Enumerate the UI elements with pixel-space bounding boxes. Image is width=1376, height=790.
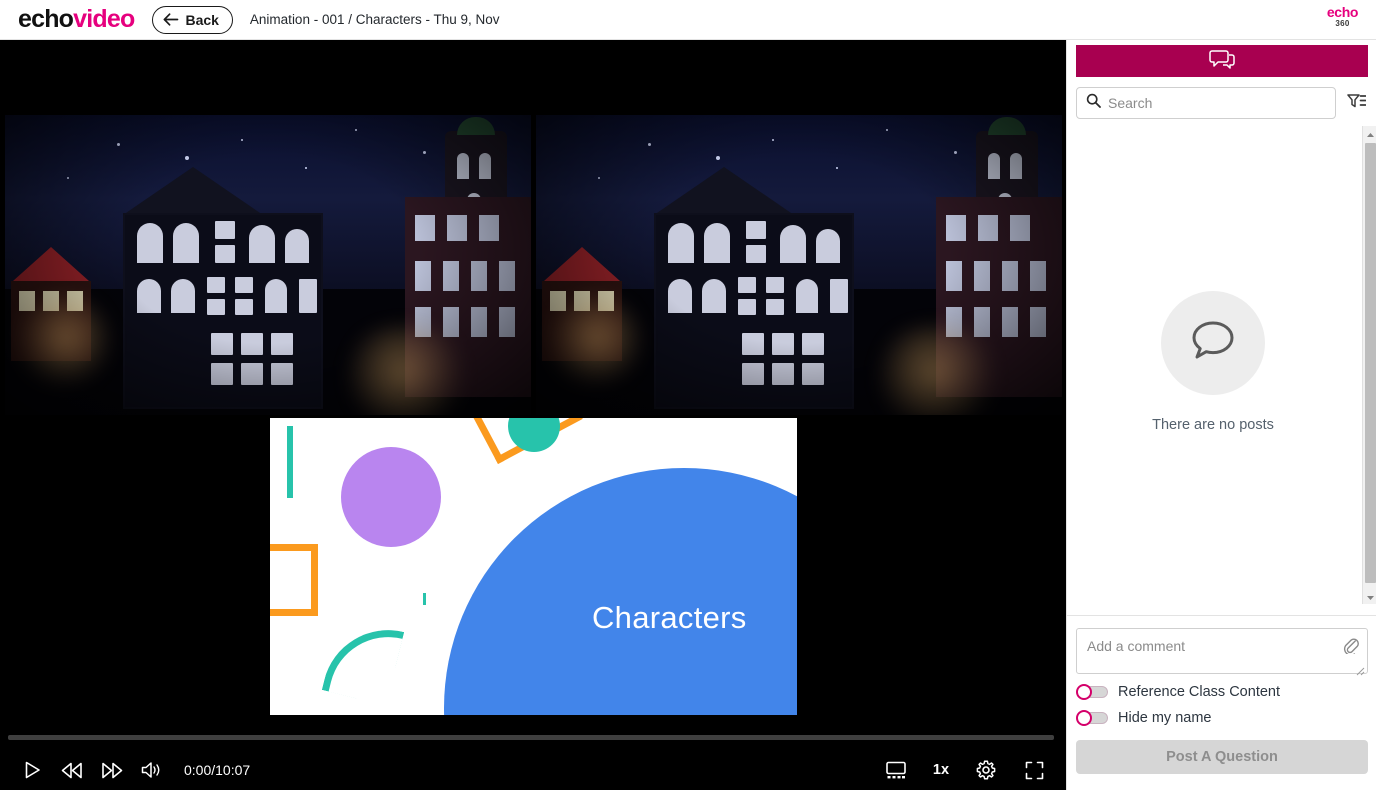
search-row (1076, 87, 1368, 119)
night-town-artwork (5, 115, 531, 415)
toggle-hide-my-name-label: Hide my name (1118, 710, 1212, 726)
night-town-artwork-duplicate (536, 115, 1062, 415)
fullscreen-button[interactable] (1016, 752, 1052, 788)
slide-shape-teal-tick (423, 593, 426, 605)
player-controls-left: 0:00/10:07 (14, 752, 250, 788)
progress-bar[interactable] (8, 735, 1054, 740)
scrollbar-up-button[interactable] (1363, 126, 1376, 141)
video-panel-left[interactable] (5, 115, 531, 415)
logo-echo-text: echo (18, 5, 74, 33)
echo360-logo-360: 360 (1335, 19, 1350, 28)
volume-icon (141, 761, 163, 779)
posts-scrollbar[interactable] (1362, 126, 1376, 604)
top-bar: echovideo Back Animation - 001 / Charact… (0, 0, 1376, 40)
empty-state-circle (1161, 290, 1265, 395)
comment-box[interactable] (1076, 628, 1368, 676)
volume-button[interactable] (134, 752, 170, 788)
discussion-panel: There are no posts (1066, 40, 1376, 790)
rewind-button[interactable] (54, 752, 90, 788)
scrollbar-thumb[interactable] (1365, 143, 1376, 583)
fullscreen-icon (1025, 761, 1044, 780)
filter-button[interactable] (1344, 91, 1368, 115)
settings-button[interactable] (968, 752, 1004, 788)
toggle-reference-class-content-label: Reference Class Content (1118, 684, 1280, 700)
echo360-logo-echo: echo (1326, 4, 1358, 20)
comment-composer: Reference Class Content Hide my name Pos… (1067, 615, 1376, 790)
tab-discussion[interactable] (1076, 45, 1368, 77)
slide-shape-purple-circle (341, 447, 441, 547)
back-button[interactable]: Back (152, 5, 233, 34)
attach-button[interactable] (1339, 635, 1361, 657)
filter-icon (1346, 93, 1366, 113)
posts-empty-state: There are no posts (1067, 124, 1359, 599)
toggle-switch-off-icon[interactable] (1076, 710, 1108, 726)
rewind-icon (61, 762, 83, 779)
paperclip-icon (1342, 636, 1359, 657)
player-controls-right: 1x (878, 752, 1052, 788)
layout-view-icon (885, 761, 907, 779)
post-a-question-button[interactable]: Post A Question (1076, 740, 1368, 774)
chat-bubbles-icon (1209, 49, 1235, 74)
gear-icon (976, 760, 996, 780)
slide-shape-orange-square (270, 544, 318, 616)
playback-speed-button[interactable]: 1x (926, 752, 956, 788)
slide-shape-blue-circle (444, 468, 797, 715)
logo-video-text: video (73, 5, 135, 33)
slide-shape-teal-bar (287, 426, 293, 498)
play-button[interactable] (14, 752, 50, 788)
search-box[interactable] (1076, 87, 1336, 119)
chevron-down-icon (1366, 588, 1375, 606)
arrow-left-icon (163, 13, 179, 26)
toggle-reference-class-content[interactable]: Reference Class Content (1076, 684, 1368, 700)
video-panel-right[interactable] (536, 115, 1062, 415)
echo360-logo: echo 360 (1327, 5, 1358, 28)
slide-shape-teal-arc (321, 616, 405, 706)
chevron-up-icon (1366, 125, 1375, 143)
time-display: 0:00/10:07 (184, 762, 251, 778)
fast-forward-button[interactable] (94, 752, 130, 788)
fast-forward-icon (101, 762, 123, 779)
play-icon (24, 761, 41, 779)
search-input[interactable] (1108, 95, 1326, 111)
layout-view-button[interactable] (878, 752, 914, 788)
toggle-switch-off-icon[interactable] (1076, 684, 1108, 700)
presentation-slide[interactable]: Characters (270, 418, 797, 715)
slide-title: Characters (592, 600, 747, 635)
empty-state-message: There are no posts (1152, 416, 1274, 433)
search-icon (1086, 93, 1101, 113)
comment-input[interactable] (1077, 629, 1367, 673)
scrollbar-down-button[interactable] (1363, 589, 1376, 604)
toggle-hide-my-name[interactable]: Hide my name (1076, 710, 1368, 726)
back-button-label: Back (185, 11, 219, 28)
breadcrumb: Animation - 001 / Characters - Thu 9, No… (249, 12, 500, 27)
speech-bubble-icon (1190, 318, 1236, 367)
echovideo-logo: echovideo (18, 5, 135, 33)
video-stage: Characters 0:00/10:07 1x (0, 40, 1066, 790)
